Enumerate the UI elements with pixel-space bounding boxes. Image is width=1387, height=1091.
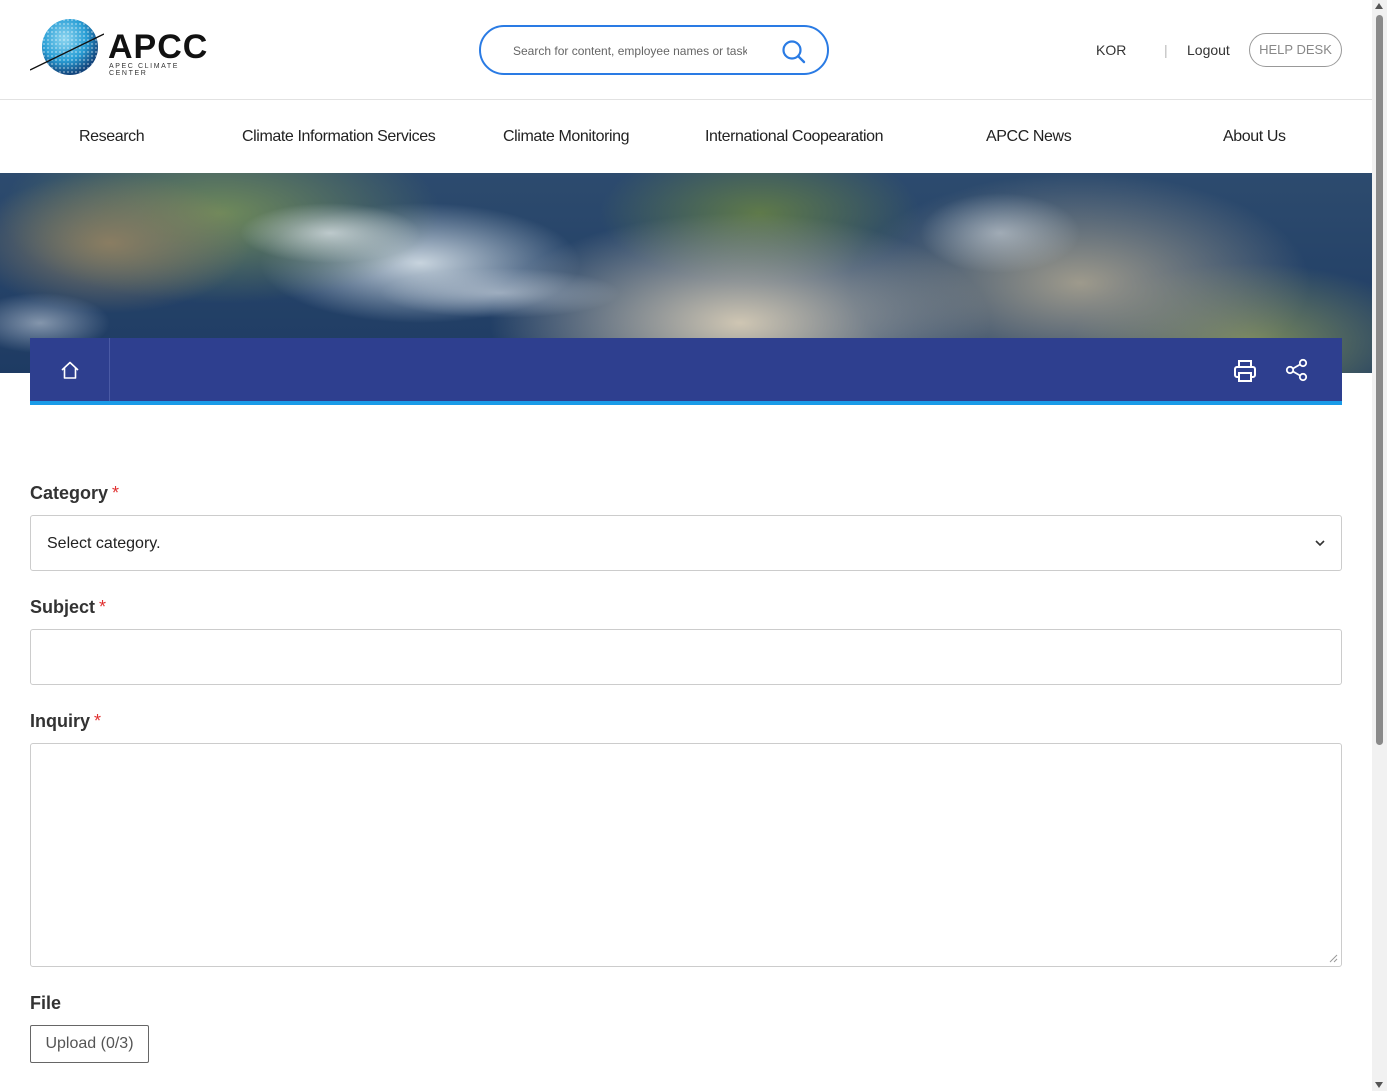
home-button[interactable] xyxy=(30,338,110,401)
print-button[interactable] xyxy=(1232,358,1258,384)
logo-title: APCC xyxy=(108,28,209,66)
apcc-logo[interactable]: APCC APEC CLIMATE CENTER xyxy=(29,18,220,78)
location-bar xyxy=(30,338,1342,405)
scroll-up-arrow-icon[interactable] xyxy=(1375,3,1383,9)
chevron-down-icon xyxy=(1315,540,1325,547)
main-nav: Research Climate Information Services Cl… xyxy=(0,101,1372,173)
logout-link[interactable]: Logout xyxy=(1187,42,1230,58)
nav-item-apcc-news[interactable]: APCC News xyxy=(986,128,1072,146)
required-mark: * xyxy=(112,483,120,503)
home-icon xyxy=(61,361,79,379)
site-header: APCC APEC CLIMATE CENTER KOR | Logout HE… xyxy=(0,0,1372,100)
inquiry-textarea[interactable] xyxy=(30,743,1342,967)
file-label: File xyxy=(30,993,61,1014)
print-icon xyxy=(1234,360,1256,382)
subject-label-text: Subject xyxy=(30,597,96,617)
scrollbar-thumb[interactable] xyxy=(1376,15,1383,745)
page-scrollbar[interactable] xyxy=(1372,0,1387,1091)
globe-logo-icon xyxy=(29,19,105,75)
search-button[interactable] xyxy=(781,39,807,65)
share-button[interactable] xyxy=(1284,357,1310,383)
language-link[interactable]: KOR xyxy=(1096,42,1126,58)
nav-item-international-cooperation[interactable]: International Coopearation xyxy=(705,128,884,146)
subject-input[interactable] xyxy=(30,629,1342,685)
nav-item-climate-information-services[interactable]: Climate Information Services xyxy=(242,128,436,146)
category-label-text: Category xyxy=(30,483,109,503)
helpdesk-button[interactable]: HELP DESK xyxy=(1249,33,1342,67)
file-label-text: File xyxy=(30,993,62,1013)
nav-item-about-us[interactable]: About Us xyxy=(1223,128,1286,146)
category-select[interactable]: Select category. xyxy=(30,515,1342,571)
logo-subtitle: APEC CLIMATE CENTER xyxy=(109,63,180,77)
nav-item-climate-monitoring[interactable]: Climate Monitoring xyxy=(503,128,630,146)
share-icon xyxy=(1285,358,1308,382)
scroll-down-arrow-icon[interactable] xyxy=(1375,1082,1383,1088)
subject-label: Subject * xyxy=(30,597,106,618)
util-separator: | xyxy=(1164,42,1168,58)
category-label: Category * xyxy=(30,483,119,504)
nav-item-research[interactable]: Research xyxy=(79,128,145,146)
search-box xyxy=(479,25,829,75)
search-input[interactable] xyxy=(511,41,749,61)
upload-button[interactable]: Upload (0/3) xyxy=(30,1025,149,1063)
resize-handle-icon[interactable] xyxy=(1328,953,1338,963)
inquiry-label-text: Inquiry xyxy=(30,711,91,731)
required-mark: * xyxy=(94,711,102,731)
category-selected-value: Select category. xyxy=(47,535,161,552)
required-mark: * xyxy=(99,597,107,617)
inquiry-label: Inquiry * xyxy=(30,711,101,732)
search-icon xyxy=(782,40,806,64)
